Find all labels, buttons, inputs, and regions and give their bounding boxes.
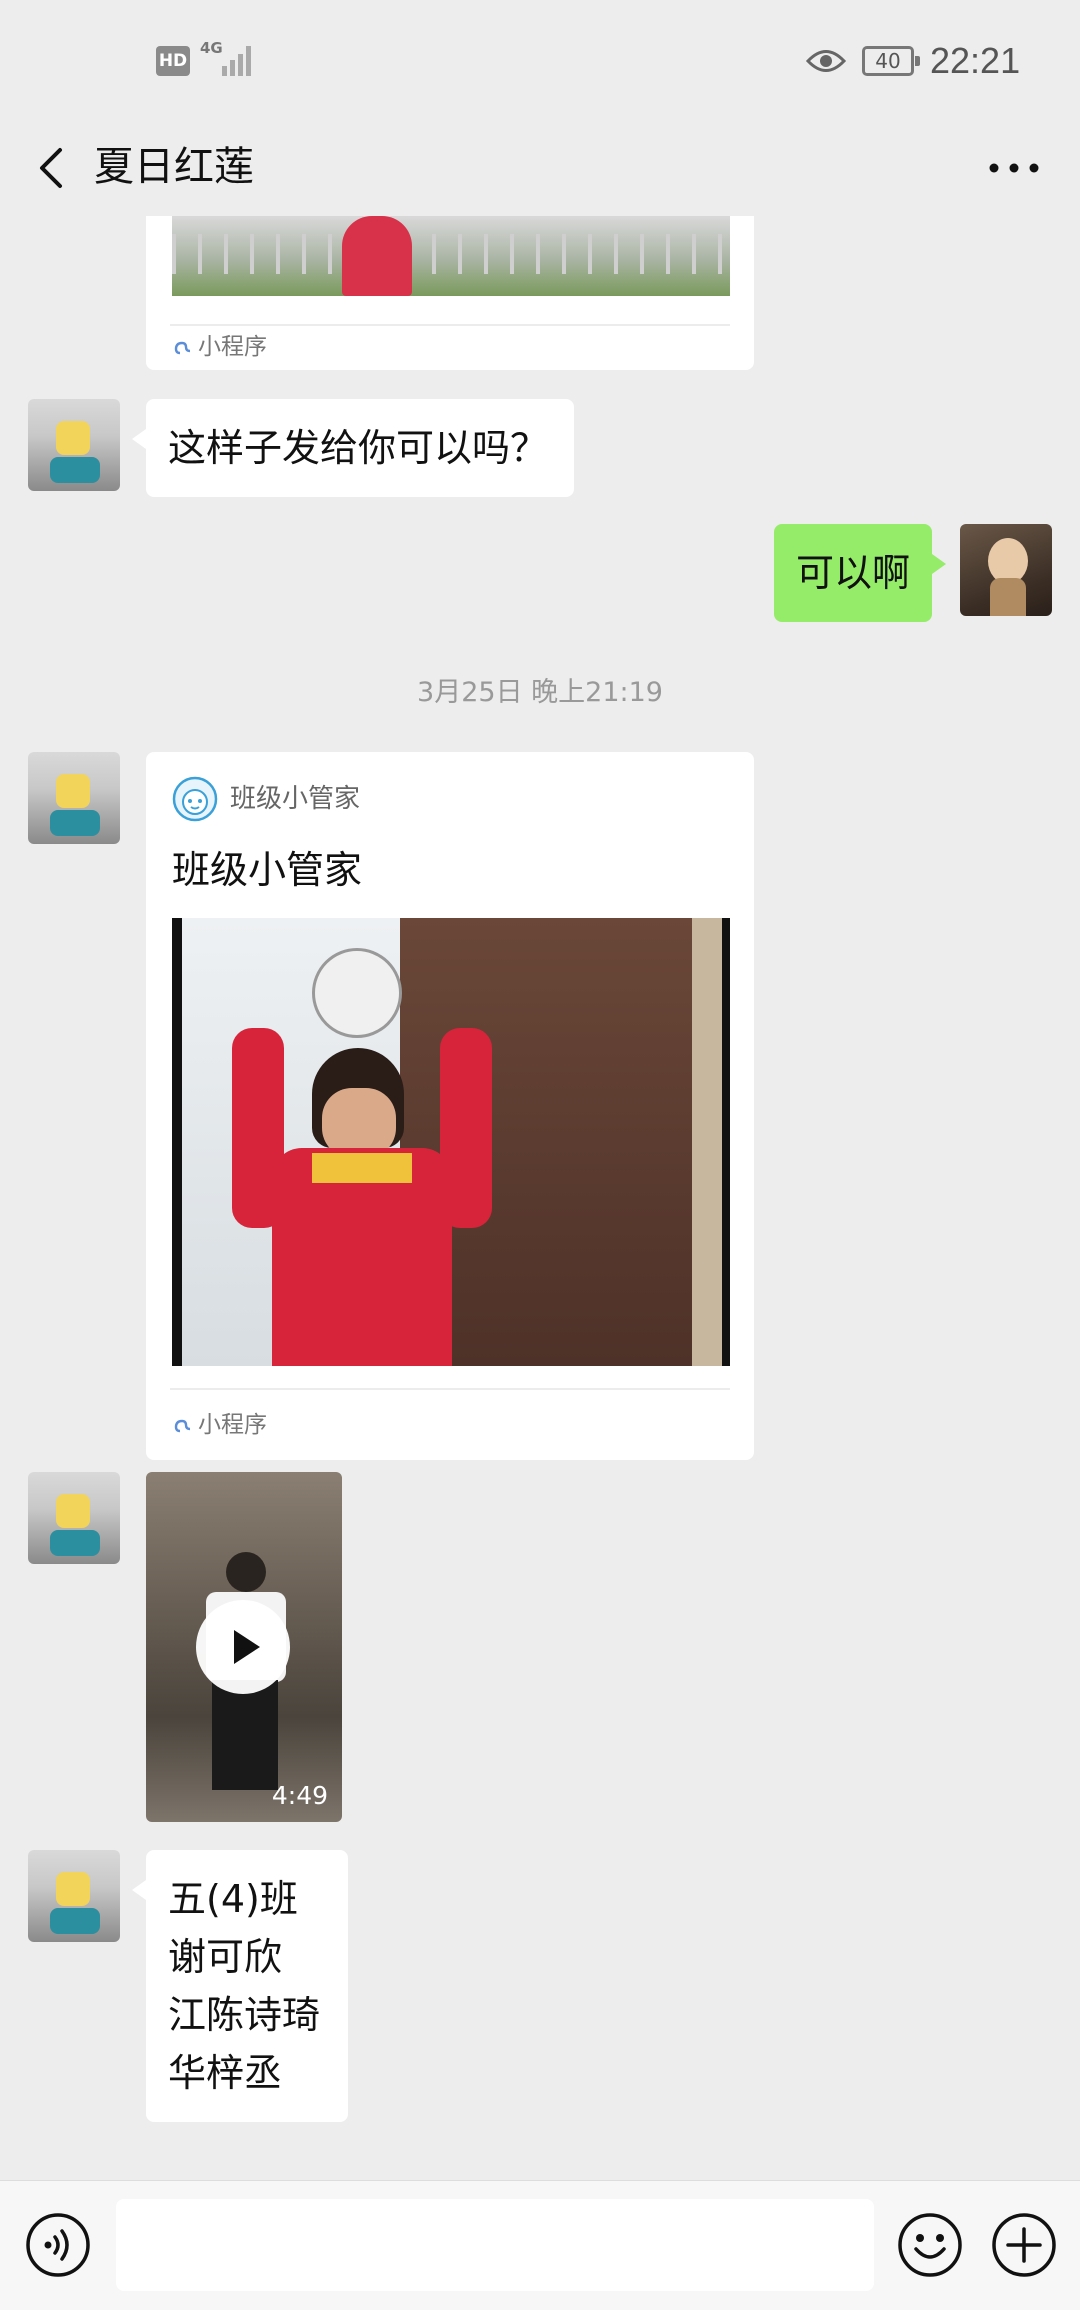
network-type: 4G — [200, 39, 223, 57]
chat-title: 夏日红莲 — [94, 144, 254, 190]
message-bubble[interactable]: 五(4)班 谢可欣 江陈诗琦 华梓丞 — [132, 1850, 348, 2122]
avatar-self[interactable] — [960, 524, 1052, 616]
card-image — [172, 918, 730, 1366]
avatar[interactable] — [28, 1472, 120, 1564]
video-duration: 4:49 — [271, 1781, 328, 1810]
video-message[interactable]: 4:49 — [146, 1472, 342, 1822]
timestamp: 3月25日 晚上21:19 — [417, 677, 663, 708]
card-footer: 小程序 — [172, 1410, 267, 1440]
eye-icon — [806, 50, 846, 72]
avatar[interactable] — [28, 752, 120, 844]
message-list[interactable]: 小程序 这样子发给你可以吗？ 可以啊 3月25日 晚上21:19 班级小管家 班… — [0, 216, 1080, 2180]
battery-icon: 40 — [862, 46, 920, 76]
card-title: 班级小管家 — [172, 848, 363, 892]
card-footer: 小程序 — [172, 332, 267, 362]
message-line: 江陈诗琦 — [168, 1993, 321, 2037]
mini-program-icon — [174, 1419, 191, 1433]
clock: 22:21 — [930, 40, 1021, 81]
mini-program-icon — [174, 341, 191, 355]
card-image — [172, 216, 730, 296]
message-line: 谢可欣 — [168, 1935, 283, 1979]
mini-program-card[interactable]: 班级小管家 班级小管家 小程序 — [146, 752, 754, 1460]
plus-icon[interactable] — [990, 2211, 1058, 2279]
hd-icon: HD — [156, 46, 190, 76]
mini-app-logo-icon — [172, 776, 218, 822]
play-icon[interactable] — [196, 1600, 290, 1694]
message-bubble-self[interactable]: 可以啊 — [774, 524, 946, 622]
message-line: 华梓丞 — [168, 2051, 283, 2095]
chat-header: 夏日红莲 — [0, 120, 1080, 216]
mini-app-name: 班级小管家 — [230, 784, 361, 814]
card-footer-label: 小程序 — [198, 334, 267, 360]
emoji-icon[interactable] — [896, 2211, 964, 2279]
message-line: 五(4)班 — [168, 1877, 298, 1921]
person-figure — [342, 216, 412, 296]
input-bar — [0, 2180, 1080, 2310]
card-footer-label: 小程序 — [198, 1412, 267, 1438]
message-input[interactable] — [116, 2199, 874, 2291]
more-dots-icon[interactable] — [984, 142, 1044, 194]
status-bar: HD 4G 40 22:21 — [0, 0, 1080, 120]
chevron-left-icon[interactable] — [28, 142, 80, 194]
card-divider — [170, 1388, 730, 1390]
avatar[interactable] — [28, 1850, 120, 1942]
voice-icon[interactable] — [24, 2211, 92, 2279]
signal-icon — [222, 42, 256, 76]
card-divider — [170, 324, 730, 326]
message-bubble[interactable]: 这样子发给你可以吗？ — [132, 399, 574, 497]
mini-program-card[interactable]: 小程序 — [146, 216, 754, 370]
avatar[interactable] — [28, 399, 120, 491]
